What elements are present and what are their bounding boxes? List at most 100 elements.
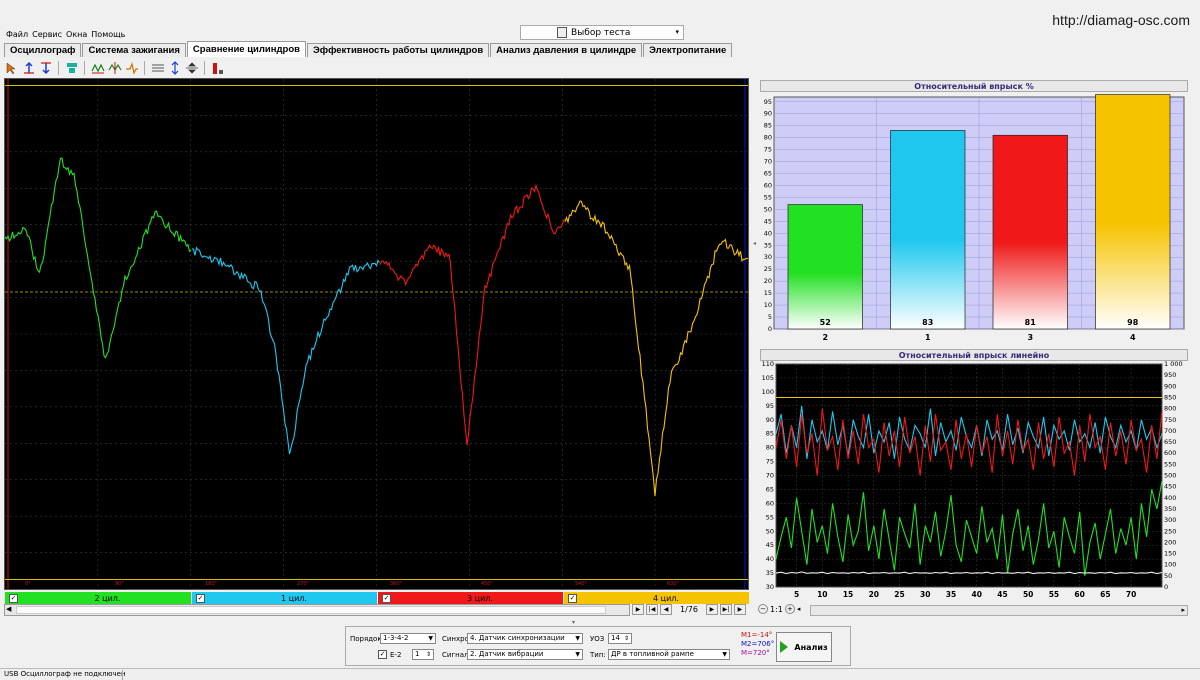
bar-y-tick-label: 55 <box>764 193 772 201</box>
cylinder-4-label: 4 цил. <box>653 593 679 603</box>
oscillogram-scrollbar[interactable]: ◀ <box>4 604 630 616</box>
type-select[interactable]: ДР в топливной рампе ▼ <box>608 649 730 660</box>
cylinder-3-bar[interactable]: ✓ 3 цил. <box>378 592 563 604</box>
phase-icon[interactable] <box>124 61 139 76</box>
tab-oscilloscope[interactable]: Осциллограф <box>4 43 82 57</box>
line-y-tick-label: 95 <box>766 402 774 410</box>
website-url: http://diamag-osc.com <box>1052 12 1190 28</box>
bar-y-tick-label: 65 <box>764 170 772 178</box>
test-select-dropdown[interactable]: Выбор теста ▾ <box>520 25 684 40</box>
cylinder-2-checkbox[interactable]: ✓ <box>9 593 18 603</box>
line-y2-tick-label: 550 <box>1164 460 1176 468</box>
play-icon <box>780 641 789 653</box>
oscillogram-canvas[interactable] <box>5 79 748 589</box>
tab-power-supply[interactable]: Электропитание <box>643 43 733 57</box>
splitter-handle[interactable]: ◂ <box>753 240 756 247</box>
order-label: Порядок <box>350 635 382 643</box>
line-x-tick-label: 40 <box>972 590 982 599</box>
tab-ignition[interactable]: Система зажигания <box>82 43 186 57</box>
status-separator <box>122 670 123 680</box>
frame-navigation: ▶ |◀ ◀ 1/76 ▶ ▶| ▶ <box>632 604 746 615</box>
type-value: ДР в топливной рампе <box>611 650 694 658</box>
cursor-mode-icon[interactable] <box>4 61 19 76</box>
bar-cylinder-4 <box>1095 94 1171 330</box>
bar-y-tick-label: 10 <box>764 301 772 309</box>
tab-cylinder-efficiency[interactable]: Эффективность работы цилиндров <box>307 43 490 57</box>
bar-y-tick-label: 25 <box>764 265 772 273</box>
cylinder-2-bar[interactable]: ✓ 2 цил. <box>5 592 191 604</box>
oscillogram-view[interactable]: 0° 90° 180° 270° 360° 450° 540° 630° <box>4 78 749 590</box>
first-frame-icon[interactable]: |◀ <box>646 604 658 615</box>
chevron-down-icon: ▾ <box>675 28 679 36</box>
line-y2-tick-label: 100 <box>1164 561 1176 569</box>
cylinder-1-checkbox[interactable]: ✓ <box>196 593 205 603</box>
play-forward-icon[interactable]: ▶ <box>733 604 746 615</box>
cylinder-1-bar[interactable]: ✓ 1 цил. <box>192 592 377 604</box>
bar-chart-title: Относительный впрыск % <box>760 80 1188 92</box>
bar-y-tick-label: 0 <box>768 325 772 333</box>
zoom-out-icon[interactable]: − <box>758 604 768 614</box>
cylinder-4-checkbox[interactable]: ✓ <box>568 593 577 603</box>
line-y-tick-label: 60 <box>766 499 774 507</box>
last-frame-icon[interactable]: ▶| <box>719 604 732 615</box>
split-icon[interactable] <box>184 61 199 76</box>
menu-service[interactable]: Сервис <box>32 30 62 39</box>
line-y2-tick-label: 250 <box>1164 527 1176 535</box>
tab-pressure-analysis[interactable]: Анализ давления в цилиндре <box>490 43 643 57</box>
bar-category-label: 4 <box>1130 333 1136 342</box>
add-marker-icon[interactable] <box>107 61 122 76</box>
e2-checkbox[interactable]: ✓ <box>378 650 387 659</box>
play-icon[interactable]: ▶ <box>632 604 644 615</box>
menu-file[interactable]: Файл <box>6 30 28 39</box>
bar-y-tick-label: 85 <box>764 122 772 130</box>
bar-value-label: 81 <box>1025 318 1037 327</box>
analyze-button[interactable]: Анализ <box>776 632 832 662</box>
next-frame-icon[interactable]: ▶ <box>705 604 718 615</box>
panel-collapse-handle[interactable]: ▾ <box>572 619 586 626</box>
analysis-settings-panel: Порядок 1-3-4-2 ▼ ✓ E-2 1 ⇕ Синхро: 4. Д… <box>345 626 851 666</box>
signal-select[interactable]: 2. Датчик вибрации ▼ <box>467 649 583 660</box>
line-y2-tick-label: 650 <box>1164 438 1176 446</box>
menu-help[interactable]: Помощь <box>91 30 125 39</box>
zoom-in-icon[interactable]: + <box>784 604 795 614</box>
bar-cylinder-3 <box>992 134 1068 330</box>
menu-windows[interactable]: Окна <box>66 30 87 39</box>
expand-icon[interactable] <box>167 61 182 76</box>
top-reference-line <box>5 85 748 86</box>
cylinder-waveform <box>5 157 192 359</box>
marker-down-icon[interactable] <box>38 61 53 76</box>
document-icon <box>557 27 567 38</box>
marker-up-icon[interactable] <box>21 61 36 76</box>
line-y-tick-label: 105 <box>762 374 774 382</box>
cylinder-4-bar[interactable]: ✓ 4 цил. <box>564 592 749 604</box>
scroll-left-icon[interactable]: ◀ <box>6 605 11 613</box>
sync-select[interactable]: 4. Датчик синхронизации ▼ <box>467 633 583 644</box>
line-y-tick-label: 100 <box>762 388 774 396</box>
e2-label: E-2 <box>390 651 402 659</box>
toolbar-separator <box>144 61 145 75</box>
cylinder-3-checkbox[interactable]: ✓ <box>382 593 391 603</box>
line-x-tick-label: 15 <box>843 590 853 599</box>
marker-readouts: M1=-14° M2=706° M=720° <box>741 631 774 658</box>
e2-spinner[interactable]: 1 ⇕ <box>412 649 434 660</box>
line-y-tick-label: 110 <box>762 361 774 368</box>
scrollbar-thumb[interactable] <box>16 606 606 614</box>
hlines-icon[interactable] <box>150 61 165 76</box>
sync-value: 4. Датчик синхронизации <box>470 634 565 642</box>
bar-y-tick-label: 45 <box>764 217 772 225</box>
scroll-left-icon[interactable]: ◂ <box>797 605 801 613</box>
prev-frame-icon[interactable]: ◀ <box>660 604 672 615</box>
frame-counter: 1/76 <box>680 605 698 614</box>
uoz-spinner[interactable]: 14 ⇕ <box>608 633 632 644</box>
bar-icon[interactable] <box>210 61 225 76</box>
line-chart-scrollbar[interactable]: ▸ <box>810 605 1188 616</box>
filter-icon[interactable] <box>64 61 79 76</box>
scale-x-icon[interactable] <box>90 61 105 76</box>
order-select[interactable]: 1-3-4-2 ▼ <box>380 633 436 644</box>
line-y2-tick-label: 300 <box>1164 516 1176 524</box>
scroll-right-icon[interactable]: ▸ <box>1181 606 1185 614</box>
tab-cylinder-compare[interactable]: Сравнение цилиндров <box>186 41 306 57</box>
line-x-tick-label: 65 <box>1100 590 1110 599</box>
bar-y-tick-label: 75 <box>764 146 772 154</box>
bar-cylinder-2 <box>787 204 863 330</box>
